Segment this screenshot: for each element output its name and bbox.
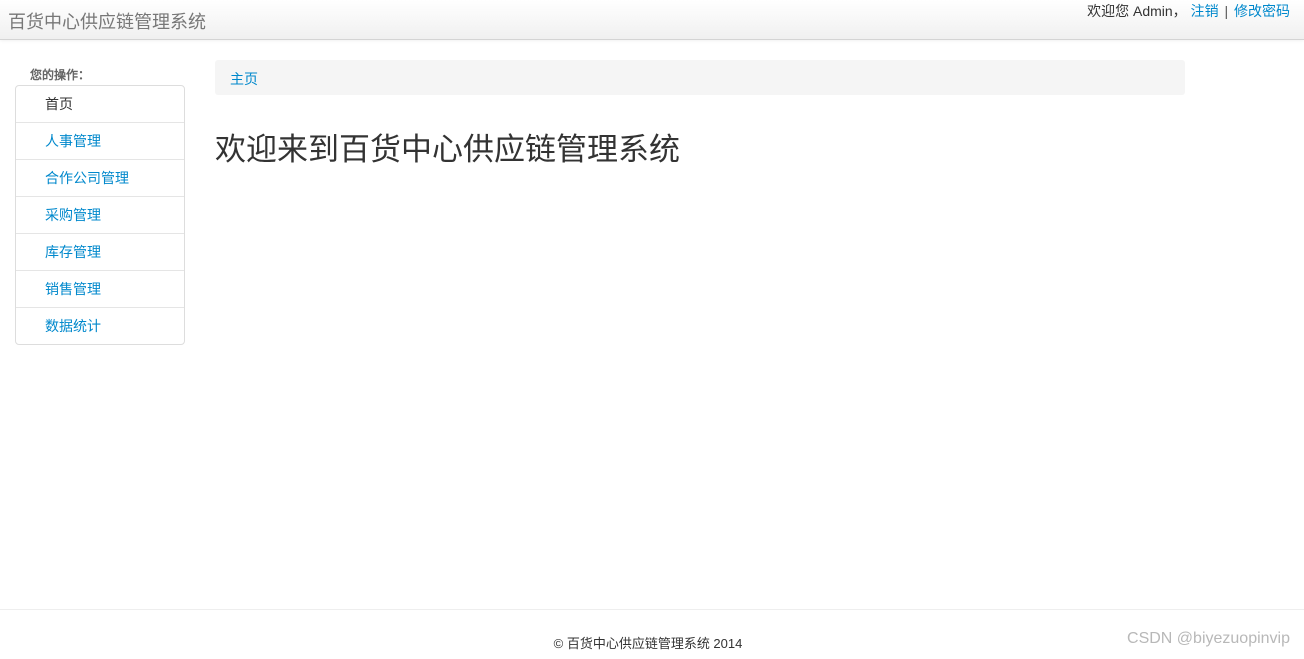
footer-copyright: © 百货中心供应链管理系统 2014 <box>553 636 743 651</box>
sidebar-item-inventory[interactable]: 库存管理 <box>16 233 184 270</box>
page-title: 欢迎来到百货中心供应链管理系统 <box>215 132 680 168</box>
sidebar-label: 您的操作： <box>30 68 91 82</box>
welcome-user-text: 欢迎您 Admin， <box>1087 3 1187 19</box>
user-area: 欢迎您 Admin， 注销 | 修改密码 <box>1087 1 1290 21</box>
link-separator: | <box>1224 3 1229 19</box>
sidebar-item-sales[interactable]: 销售管理 <box>16 270 184 307</box>
top-navbar: 百货中心供应链管理系统 欢迎您 Admin， 注销 | 修改密码 <box>0 0 1304 40</box>
csdn-watermark: CSDN @biyezuopinvip <box>1127 630 1290 647</box>
sidebar-item-personnel[interactable]: 人事管理 <box>16 122 184 159</box>
breadcrumb: 主页 <box>215 60 1185 95</box>
app-brand[interactable]: 百货中心供应链管理系统 <box>8 8 206 34</box>
breadcrumb-home-link[interactable]: 主页 <box>230 69 258 89</box>
sidebar-item-partner-companies[interactable]: 合作公司管理 <box>16 159 184 196</box>
sidebar-item-home[interactable]: 首页 <box>16 86 184 122</box>
footer-divider <box>0 609 1304 610</box>
logout-link[interactable]: 注销 <box>1191 3 1219 19</box>
sidebar-item-purchasing[interactable]: 采购管理 <box>16 196 184 233</box>
sidebar-menu: 首页 人事管理 合作公司管理 采购管理 库存管理 销售管理 数据统计 <box>15 85 185 345</box>
sidebar-item-statistics[interactable]: 数据统计 <box>16 307 184 344</box>
change-password-link[interactable]: 修改密码 <box>1234 3 1290 19</box>
